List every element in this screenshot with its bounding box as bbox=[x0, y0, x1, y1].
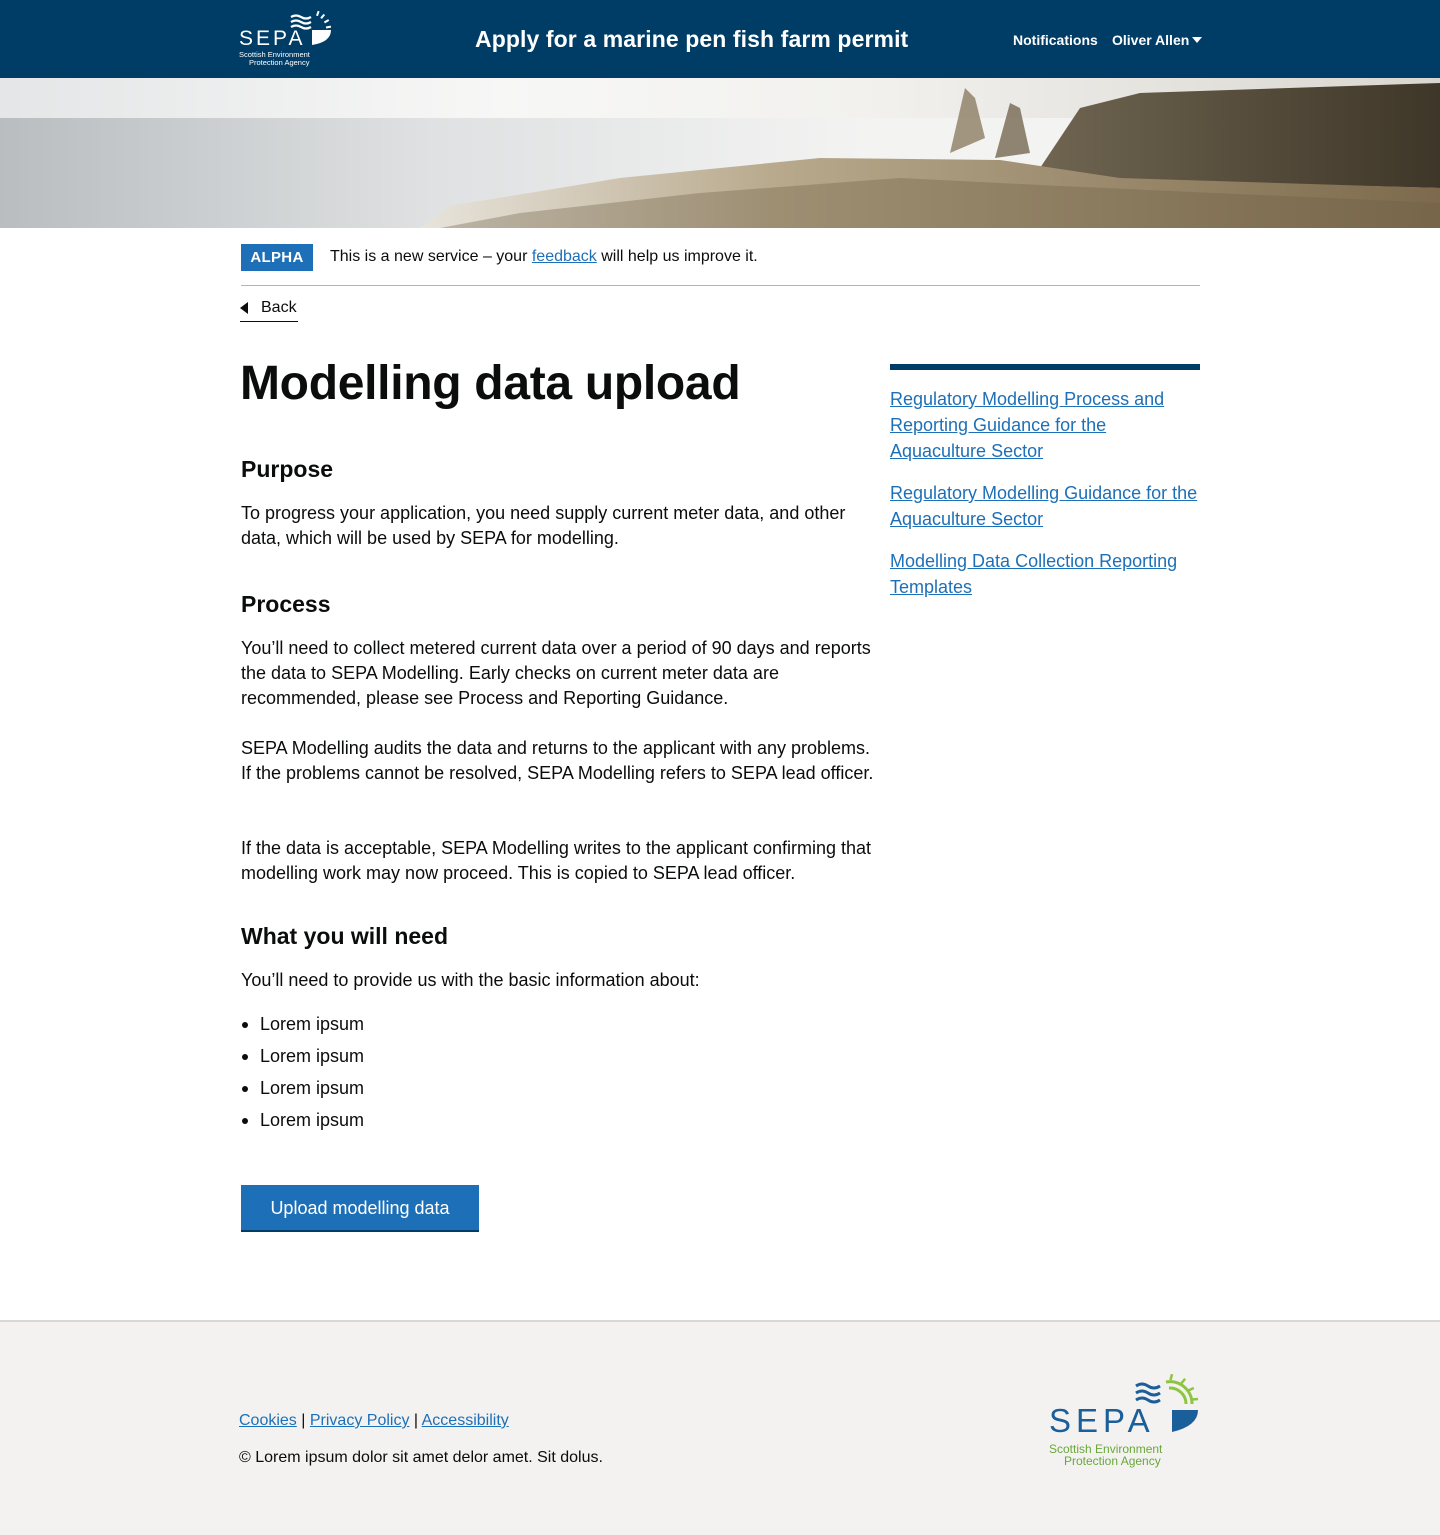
privacy-policy-link[interactable]: Privacy Policy bbox=[310, 1412, 410, 1429]
footer-links: Cookies | Privacy Policy | Accessibility bbox=[239, 1412, 509, 1430]
process-paragraph-3: If the data is acceptable, SEPA Modellin… bbox=[241, 838, 872, 883]
sidebar-accent-bar bbox=[890, 364, 1200, 370]
caret-down-icon bbox=[1192, 37, 1203, 43]
page-title: Modelling data upload bbox=[240, 357, 741, 410]
sidebar-link-modelling-guidance[interactable]: Regulatory Modelling Guidance for the Aq… bbox=[890, 480, 1200, 532]
footer-separator: | bbox=[413, 1412, 419, 1429]
what-you-need-intro: You’ll need to provide us with the basic… bbox=[241, 970, 700, 990]
sepa-logo[interactable]: SEPA Scottish Environment Protection Age… bbox=[239, 9, 334, 67]
logo-sub-2: Protection Agency bbox=[249, 58, 310, 67]
what-you-need-heading: What you will need bbox=[241, 923, 449, 949]
back-arrow-icon bbox=[240, 302, 248, 314]
purpose-heading: Purpose bbox=[241, 456, 334, 482]
service-title[interactable]: Apply for a marine pen fish farm permit bbox=[475, 26, 908, 53]
cookies-link[interactable]: Cookies bbox=[239, 1412, 297, 1429]
divider bbox=[241, 285, 1200, 286]
hero-image bbox=[0, 78, 1440, 228]
upload-modelling-data-button[interactable]: Upload modelling data bbox=[241, 1185, 479, 1230]
footer-separator: | bbox=[301, 1412, 306, 1429]
back-link[interactable]: Back bbox=[240, 297, 298, 322]
site-header: SEPA Scottish Environment Protection Age… bbox=[0, 0, 1440, 78]
list-item: Lorem ipsum bbox=[241, 1104, 364, 1136]
sidebar-link-process-guidance[interactable]: Regulatory Modelling Process and Reporti… bbox=[890, 386, 1200, 464]
requirements-list: Lorem ipsum Lorem ipsum Lorem ipsum Lore… bbox=[241, 1008, 364, 1136]
site-footer: Cookies | Privacy Policy | Accessibility… bbox=[0, 1320, 1440, 1535]
sepa-footer-logo: SEPA Scottish Environment Protection Age… bbox=[1046, 1373, 1200, 1470]
footer-logo-wordmark: SEPA bbox=[1049, 1402, 1155, 1439]
feedback-link[interactable]: feedback bbox=[532, 248, 597, 265]
process-paragraph-1: You’ll need to collect metered current d… bbox=[241, 638, 871, 708]
notifications-link[interactable]: Notifications bbox=[1013, 32, 1098, 48]
footer-logo-sub-2: Protection Agency bbox=[1064, 1454, 1161, 1468]
user-menu[interactable]: Oliver Allen bbox=[1112, 32, 1203, 48]
process-paragraph-2: SEPA Modelling audits the data and retur… bbox=[241, 738, 874, 783]
list-item: Lorem ipsum bbox=[241, 1008, 364, 1040]
copyright-text: © Lorem ipsum dolor sit amet delor amet.… bbox=[239, 1449, 603, 1466]
alpha-tag: ALPHA bbox=[241, 244, 313, 271]
purpose-text: To progress your application, you need s… bbox=[241, 503, 846, 548]
user-name: Oliver Allen bbox=[1112, 32, 1190, 48]
back-label: Back bbox=[261, 299, 297, 316]
phase-banner-text: This is a new service – your feedback wi… bbox=[330, 248, 758, 266]
process-heading: Process bbox=[241, 591, 331, 617]
list-item: Lorem ipsum bbox=[241, 1040, 364, 1072]
logo-wordmark: SEPA bbox=[239, 27, 305, 50]
accessibility-link[interactable]: Accessibility bbox=[422, 1412, 509, 1429]
sidebar-link-reporting-templates[interactable]: Modelling Data Collection Reporting Temp… bbox=[890, 548, 1200, 600]
phase-text-before: This is a new service – your bbox=[330, 248, 532, 265]
phase-text-after: will help us improve it. bbox=[596, 248, 758, 265]
list-item: Lorem ipsum bbox=[241, 1072, 364, 1104]
